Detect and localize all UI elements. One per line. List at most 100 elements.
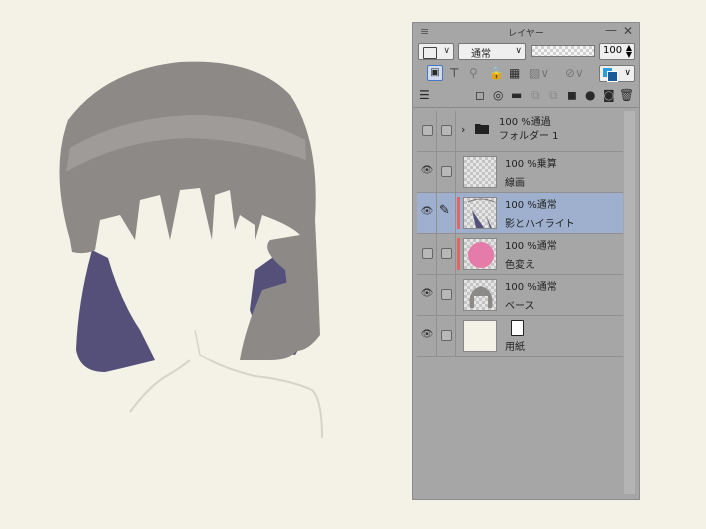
- column-separator: [436, 152, 437, 192]
- layer-panel: ≡ レイヤー — ✕ ∨ 通常 ∨ 100 ▲ ▼ ▣ ⊤ ⚲ 🔒 ▦ ▨∨ ⊘∨…: [412, 22, 640, 500]
- layer-list-icon[interactable]: ☰: [419, 88, 430, 102]
- layer-name: 用紙: [505, 342, 525, 353]
- shoulder-line-right: [209, 359, 323, 439]
- chevron-down-icon: ∨: [624, 68, 631, 78]
- layer-mode: 100 %通常: [505, 282, 557, 293]
- column-separator: [455, 152, 456, 192]
- layer-thumbnail: [463, 279, 497, 311]
- hair-lower-right: [240, 280, 300, 360]
- layer-mask-icon[interactable]: ◼: [567, 88, 577, 102]
- new-raster-layer-icon[interactable]: ◻: [475, 88, 485, 102]
- clip-to-layer-icon[interactable]: ▣: [427, 65, 443, 81]
- trash-icon[interactable]: 🗑: [619, 88, 634, 102]
- layer-thumbnail: [463, 320, 497, 352]
- opacity-slider[interactable]: [531, 45, 595, 57]
- blend-mode-row: ∨ 通常 ∨ 100 ▲ ▼: [413, 41, 639, 63]
- scrollbar[interactable]: [624, 111, 635, 494]
- lock-toggle[interactable]: [441, 125, 452, 136]
- column-separator: [436, 275, 437, 315]
- panel-titlebar[interactable]: ≡ レイヤー — ✕: [413, 23, 639, 41]
- layer-color-icon: [423, 47, 437, 59]
- create-mask-icon[interactable]: ●: [585, 88, 595, 102]
- lock-toggle[interactable]: [441, 330, 452, 341]
- paper-icon: [511, 320, 524, 336]
- layer-mode: 100 %通過: [499, 117, 551, 128]
- new-vector-layer-icon[interactable]: ◎: [493, 88, 503, 102]
- blend-mode-select[interactable]: 通常 ∨: [458, 43, 526, 60]
- opacity-input[interactable]: 100 ▲ ▼: [599, 43, 635, 60]
- column-separator: [436, 234, 437, 274]
- hair-shadow-left: [76, 250, 155, 372]
- layer-action-toolbar: ☰ ◻ ◎ ▬ ⧉ ⧉ ◼ ● ◙ 🗑: [413, 86, 639, 106]
- lock-transparency-icon[interactable]: ▦: [509, 66, 520, 80]
- layer-row-base[interactable]: 👁 100 %通常 ベース: [417, 275, 623, 316]
- chevron-down-icon: ∨: [515, 46, 522, 56]
- visibility-toggle[interactable]: [422, 248, 433, 259]
- clipping-marker: [457, 197, 460, 229]
- layer-color-select[interactable]: ∨: [599, 65, 635, 82]
- column-separator: [455, 234, 456, 274]
- layer-property-toolbar: ▣ ⊤ ⚲ 🔒 ▦ ▨∨ ⊘∨ ∨: [413, 63, 639, 85]
- layer-name: ベース: [505, 301, 535, 312]
- layer-mode: 100 %通常: [505, 241, 557, 252]
- column-separator: [436, 193, 437, 233]
- shadow-thumb-art: [467, 198, 495, 228]
- layer-thumbnail: [463, 238, 497, 270]
- visibility-toggle[interactable]: [422, 125, 433, 136]
- merge-down-icon[interactable]: ⧉: [549, 88, 558, 103]
- new-folder-icon[interactable]: ▬: [511, 88, 522, 102]
- reference-layer-icon[interactable]: ⚲: [469, 66, 478, 80]
- lock-toggle[interactable]: [441, 289, 452, 300]
- layer-thumbnail: [463, 197, 497, 229]
- layer-thumbnail: [463, 156, 497, 188]
- layer-row-lineart[interactable]: 👁 100 %乗算 線画: [417, 152, 623, 193]
- eye-icon[interactable]: 👁: [420, 206, 434, 218]
- layer-row-paper[interactable]: 👁 用紙: [417, 316, 623, 357]
- lock-icon[interactable]: 🔒: [489, 66, 504, 80]
- folder-icon: [475, 124, 489, 134]
- apply-mask-icon[interactable]: ◙: [603, 88, 615, 102]
- spinner-icon[interactable]: ▲ ▼: [626, 44, 632, 59]
- divider: [413, 107, 639, 108]
- column-separator: [436, 316, 437, 356]
- mask-icon[interactable]: ▨∨: [529, 66, 549, 80]
- color-swatch-sub: [607, 71, 618, 82]
- opacity-value: 100: [603, 45, 623, 56]
- chevron-right-icon[interactable]: ›: [461, 123, 465, 136]
- column-separator: [455, 275, 456, 315]
- chevron-down-icon: ∨: [443, 46, 450, 56]
- blend-mode-value: 通常: [471, 49, 491, 60]
- eye-icon[interactable]: 👁: [420, 165, 434, 177]
- layer-row-color-change[interactable]: 100 %通常 色変え: [417, 234, 623, 275]
- layer-list: › 100 %通過 フォルダー 1 👁 100 %乗算 線画 👁 ✎ 100 %…: [417, 111, 623, 357]
- layer-name: 色変え: [505, 260, 535, 271]
- layer-mode: 100 %通常: [505, 200, 557, 211]
- ruler-icon[interactable]: ⊤: [449, 66, 459, 80]
- layer-row-folder[interactable]: › 100 %通過 フォルダー 1: [417, 111, 623, 152]
- lock-toggle[interactable]: [441, 248, 452, 259]
- eye-icon[interactable]: 👁: [420, 288, 434, 300]
- clipping-marker: [457, 238, 460, 270]
- layer-color-button[interactable]: ∨: [418, 43, 454, 60]
- lock-toggle[interactable]: [441, 166, 452, 177]
- neck-line: [194, 329, 211, 361]
- column-separator: [455, 193, 456, 233]
- column-separator: [436, 111, 437, 151]
- layer-row-shadow-highlight[interactable]: 👁 ✎ 100 %通常 影とハイライト: [417, 193, 623, 234]
- base-thumb-art: [469, 286, 493, 308]
- layer-mode: 100 %乗算: [505, 159, 557, 170]
- minimize-icon[interactable]: —: [605, 23, 617, 37]
- drawing-canvas[interactable]: [0, 0, 410, 529]
- close-icon[interactable]: ✕: [623, 24, 633, 38]
- transfer-down-icon[interactable]: ⧉: [531, 88, 540, 103]
- layer-name: フォルダー 1: [499, 131, 559, 142]
- column-separator: [455, 316, 456, 356]
- ruler-off-icon[interactable]: ⊘∨: [565, 66, 584, 80]
- layer-name: 影とハイライト: [505, 219, 575, 230]
- pink-thumb-art: [468, 242, 494, 268]
- eye-icon[interactable]: 👁: [420, 329, 434, 341]
- layer-name: 線画: [505, 178, 525, 189]
- pen-icon: ✎: [439, 203, 450, 218]
- column-separator: [455, 111, 456, 151]
- shoulder-line-left: [129, 359, 191, 413]
